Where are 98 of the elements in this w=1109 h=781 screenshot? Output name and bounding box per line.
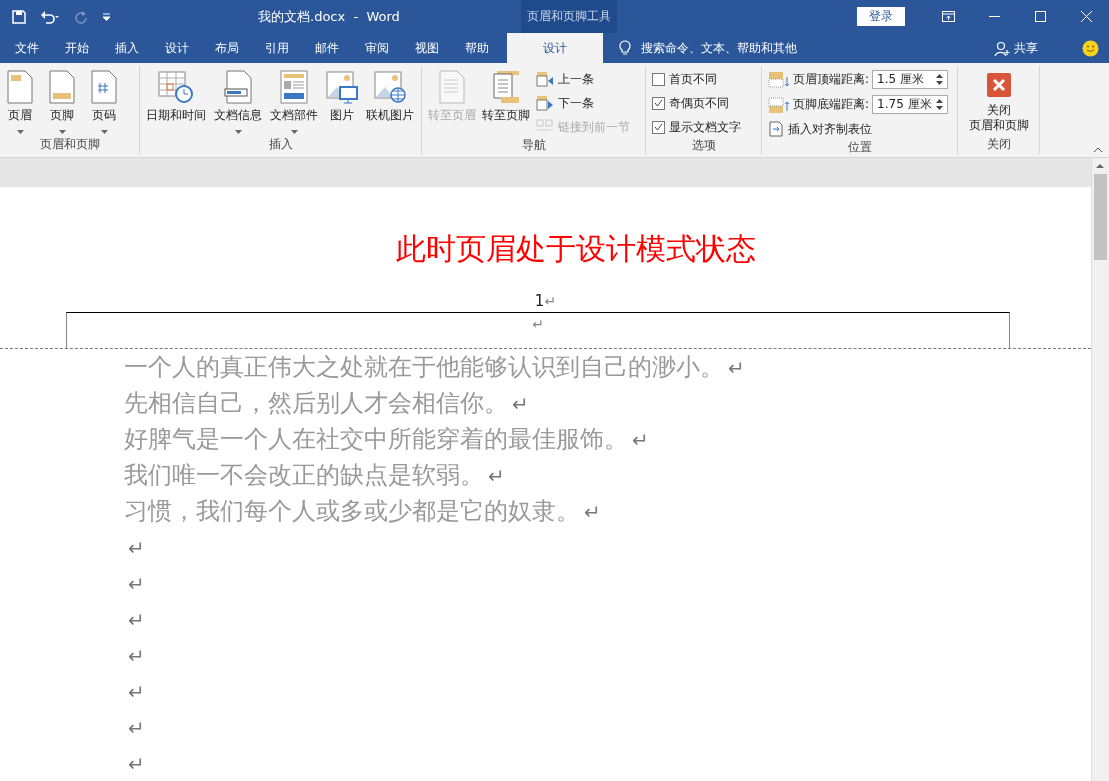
ribbon-tab[interactable]: 引用 [252, 33, 302, 63]
checkbox[interactable] [652, 72, 665, 86]
calendar-clock-icon[interactable] [158, 70, 194, 104]
minimize-icon[interactable] [988, 15, 1000, 18]
paragraph-mark: ↵ [532, 316, 544, 335]
paragraph-mark: ↵ [128, 608, 145, 632]
paragraph-mark: ↵ [128, 536, 145, 560]
paragraph-text: 习惯，我们每个人或多或少都是它的奴隶。 [124, 497, 580, 525]
spinner-field[interactable]: 1.5 厘米 [872, 70, 949, 89]
bottom-margin-icon [768, 95, 790, 114]
login-button[interactable]: 登录 [857, 7, 905, 26]
context-tab-label: 页眉和页脚工具 [521, 0, 617, 33]
document-parts-icon[interactable] [280, 70, 308, 104]
checkbox-option[interactable]: 显示文档文字 [652, 117, 741, 137]
paragraph-mark: ↵ [128, 752, 145, 776]
undo-icon[interactable] [40, 9, 60, 24]
ribbon-button[interactable]: 转至页脚 [482, 66, 530, 124]
ribbon-button[interactable]: 插入对齐制表位 [768, 119, 949, 139]
close-icon[interactable] [1080, 11, 1092, 22]
group-label: 插入 [267, 136, 294, 153]
search-field[interactable]: 搜索命令、文本、帮助和其他 [641, 39, 797, 57]
paragraph-mark: ↵ [632, 428, 649, 452]
caret-icon[interactable] [290, 130, 298, 134]
ribbon-button[interactable]: 下一条 [536, 93, 630, 113]
previous-arrow-icon[interactable] [536, 71, 554, 87]
group-label: 关闭 [985, 136, 1012, 153]
spinner-label: 页脚底端距离: [793, 96, 870, 113]
scroll-thumb[interactable] [1094, 174, 1107, 260]
save-icon[interactable] [12, 9, 26, 24]
ribbon-button[interactable]: 文档部件 [270, 66, 318, 134]
document-heading: 此时页眉处于设计模式状态 [394, 230, 757, 269]
group-label: 导航 [520, 137, 547, 154]
ribbon-button[interactable]: 页脚 [48, 66, 76, 134]
paragraph-text: 一个人的真正伟大之处就在于他能够认识到自己的渺小。 [124, 353, 724, 381]
spin-arrows-icon[interactable] [936, 98, 944, 111]
ribbon-button[interactable]: 图片 [326, 66, 358, 124]
ribbon-tab[interactable]: 视图 [402, 33, 452, 63]
group-label: 位置 [846, 139, 873, 156]
ribbon-tab[interactable]: 插入 [102, 33, 152, 63]
window-title: 我的文档.docx - Word [258, 8, 400, 26]
next-arrow-icon[interactable] [536, 95, 554, 111]
checkbox-option[interactable]: 首页不同 [652, 69, 741, 89]
picture-icon[interactable] [326, 70, 358, 104]
online-picture-icon[interactable] [374, 70, 406, 104]
top-margin-icon [768, 70, 790, 89]
paragraph-mark: ↵ [488, 464, 505, 488]
paragraph-mark: ↵ [728, 356, 745, 380]
paragraph-mark: ↵ [128, 572, 145, 596]
paragraph-mark: ↵ [544, 293, 557, 310]
caret-icon[interactable] [58, 130, 66, 134]
paragraph-mark: ↵ [128, 644, 145, 668]
paragraph-mark: ↵ [128, 716, 145, 740]
caret-icon[interactable] [234, 130, 242, 134]
ribbon-button[interactable]: 页眉 [6, 66, 34, 134]
caret-icon[interactable] [16, 130, 24, 134]
ribbon-tab[interactable]: 文件 [2, 33, 52, 63]
paragraph-text: 我们唯一不会改正的缺点是软弱。 [124, 461, 484, 489]
spinner-field[interactable]: 1.75 厘米 [872, 95, 949, 114]
ribbon-button[interactable]: 文档信息 [214, 66, 262, 134]
ribbon-button[interactable]: 上一条 [536, 69, 630, 89]
ribbon-display-icon[interactable] [941, 11, 955, 22]
checkbox[interactable] [652, 96, 665, 110]
paragraph-mark: ↵ [512, 392, 529, 416]
document-info-icon[interactable] [223, 70, 253, 104]
header-text: 1↵ [533, 292, 558, 313]
close-header-footer-button[interactable]: 关闭 页眉和页脚 [964, 66, 1033, 133]
ribbon-tab[interactable]: 设计 [152, 33, 202, 63]
ribbon-button[interactable]: 日期和时间 [146, 66, 206, 124]
ribbon-tab[interactable]: 设计 [507, 33, 603, 63]
tab-stop-icon[interactable] [768, 121, 784, 137]
lightbulb-icon[interactable] [619, 40, 631, 56]
paragraph-text: 好脾气是一个人在社交中所能穿着的最佳服饰。 [124, 425, 628, 453]
paragraph-text: 先相信自己，然后别人才会相信你。 [124, 389, 508, 417]
ribbon-tab[interactable]: 审阅 [352, 33, 402, 63]
paragraph-mark: ↵ [584, 500, 601, 524]
caret-icon[interactable] [100, 130, 108, 134]
ribbon-tab[interactable]: 布局 [202, 33, 252, 63]
maximize-icon[interactable] [1034, 11, 1046, 22]
ribbon-tab[interactable]: 开始 [52, 33, 102, 63]
page-number-icon[interactable] [90, 70, 118, 104]
customize-icon[interactable] [102, 12, 111, 21]
close-icon[interactable] [986, 73, 1011, 97]
smiley-icon[interactable] [1082, 39, 1099, 57]
group-label: 选项 [690, 137, 717, 154]
collapse-ribbon-icon[interactable] [1093, 147, 1103, 153]
spinner-label: 页眉顶端距离: [793, 71, 870, 88]
ribbon-button[interactable]: 联机图片 [366, 66, 414, 124]
group-label: 页眉和页脚 [38, 136, 101, 153]
ribbon-tab[interactable]: 帮助 [452, 33, 502, 63]
person-icon[interactable] [994, 40, 1010, 56]
ribbon-tab[interactable]: 邮件 [302, 33, 352, 63]
spin-arrows-icon[interactable] [936, 73, 944, 86]
paragraph-mark: ↵ [128, 680, 145, 704]
share-button[interactable]: 共享 [994, 33, 1038, 63]
checkbox[interactable] [652, 120, 665, 134]
checkbox-option[interactable]: 奇偶页不同 [652, 93, 741, 113]
ribbon-button[interactable]: 页码 [90, 66, 118, 134]
scrollbar[interactable] [1091, 158, 1109, 781]
